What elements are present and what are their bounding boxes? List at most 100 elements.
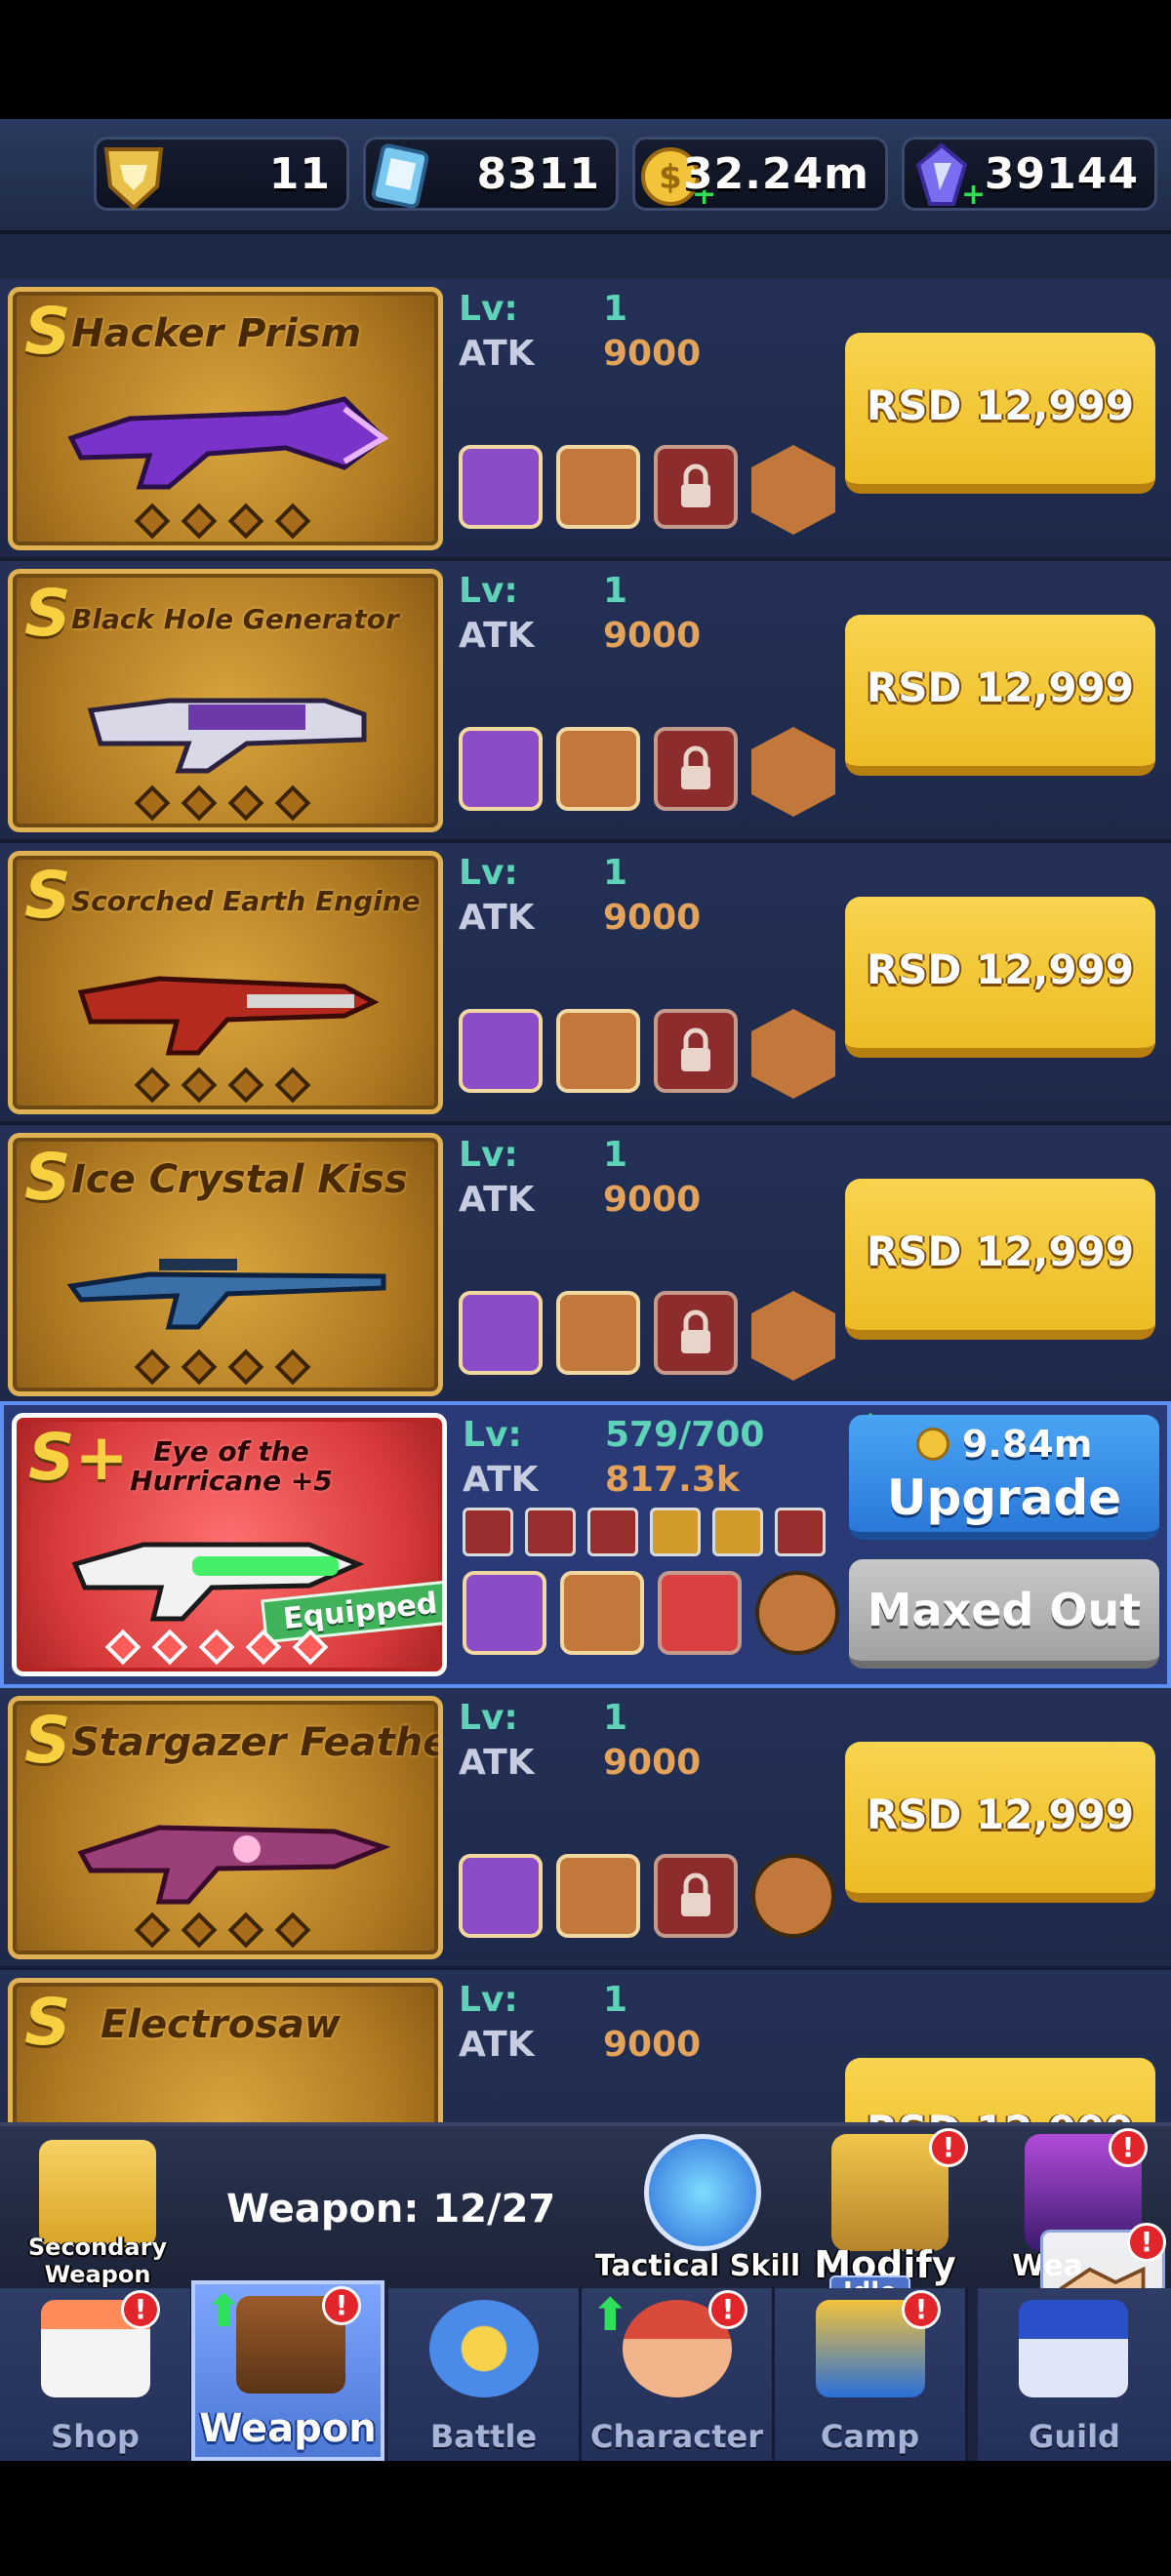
buy-button[interactable]: RSD 12,999 — [845, 1179, 1155, 1340]
level-label: Lv: — [459, 1980, 518, 2020]
weapon-name: Hacker Prism — [71, 311, 362, 356]
orbit-skill-icon[interactable] — [459, 727, 543, 811]
upgrade-label: Upgrade — [886, 1469, 1122, 1526]
weapon-card[interactable]: S Electrosaw — [8, 1978, 443, 2122]
flame-skill-icon[interactable] — [459, 1009, 543, 1093]
nav-weapon[interactable]: ⬆ ! Weapon — [191, 2280, 384, 2461]
tactical-skill-button[interactable]: Tactical Skill — [595, 2134, 800, 2290]
alert-badge: ! — [1109, 2128, 1148, 2167]
weapon-row[interactable]: S Hacker Prism Lv: 1 ATK 9000 RSD 12,999 — [0, 279, 1171, 561]
weapon-row[interactable]: S Stargazer Feather Lv: 1 ATK 9000 RSD 1… — [0, 1688, 1171, 1970]
level-label: Lv: — [459, 1698, 518, 1738]
locked-skill-icon[interactable] — [654, 445, 738, 529]
alert-badge: ! — [121, 2290, 160, 2329]
strike-skill-icon[interactable] — [658, 1571, 742, 1655]
rating-diamond — [227, 785, 264, 822]
atk-label: ATK — [463, 1460, 539, 1500]
level-value: 579/700 — [605, 1415, 765, 1455]
stock-mod-icon[interactable] — [775, 1508, 826, 1556]
alert-badge: ! — [1127, 2223, 1166, 2262]
upgrade-button[interactable]: 9.84m Upgrade — [849, 1415, 1159, 1540]
nav-guild[interactable]: Guild — [978, 2288, 1171, 2461]
modify-button[interactable]: ! Modify — [792, 2128, 978, 2290]
weapon-name: Electrosaw — [101, 2002, 341, 2047]
passive-skill-icon[interactable] — [751, 1291, 835, 1381]
buy-button[interactable]: RSD 12,999 — [845, 1742, 1155, 1903]
bird-skill-icon[interactable] — [751, 1854, 835, 1938]
atk-label: ATK — [459, 616, 535, 656]
level-label: Lv: — [459, 289, 518, 329]
locked-skill-icon[interactable] — [654, 1291, 738, 1375]
gold-pill[interactable]: $ + 32.24m — [632, 137, 888, 212]
locked-skill-icon[interactable] — [654, 727, 738, 811]
maxed-out-button[interactable]: Maxed Out — [849, 1559, 1159, 1669]
passive-skill-icon[interactable] — [751, 727, 835, 817]
weapon-count: Weapon: 12/27 — [226, 2187, 556, 2232]
scope-mod-icon[interactable] — [463, 1508, 513, 1556]
weapon-row[interactable]: S Ice Crystal Kiss Lv: 1 ATK 9000 RSD 12… — [0, 1125, 1171, 1407]
weapon-card[interactable]: S Scorched Earth Engine — [8, 851, 443, 1114]
add-gems-icon[interactable]: + — [961, 178, 986, 212]
atk-value: 817.3k — [605, 1460, 740, 1500]
blast-skill-icon[interactable] — [556, 1009, 640, 1093]
system-bar — [0, 2461, 1171, 2576]
ticket-icon — [371, 143, 429, 209]
secondary-weapon-button[interactable]: Secondary Weapon — [28, 2130, 167, 2288]
status-area — [0, 0, 1171, 119]
rating-diamond — [245, 1629, 282, 1666]
buy-button[interactable]: RSD 12,999 — [845, 615, 1155, 776]
level-value: 1 — [603, 1135, 628, 1175]
rocket-skill-icon[interactable] — [556, 1854, 640, 1938]
ticket-pill[interactable]: 8311 — [363, 137, 619, 211]
eye-skill-icon[interactable] — [556, 445, 640, 529]
ticket-value: 8311 — [476, 149, 600, 199]
buy-button[interactable]: RSD 12,999 — [845, 2058, 1155, 2122]
weapon-card[interactable]: S Stargazer Feather — [8, 1696, 443, 1959]
gems-pill[interactable]: + 39144 — [902, 137, 1157, 212]
weapon-row[interactable]: S Electrosaw Lv: 1 ATK 9000 RSD 12,999 — [0, 1970, 1171, 2122]
buy-button[interactable]: RSD 12,999 — [845, 897, 1155, 1058]
cycle-skill-icon[interactable] — [463, 1571, 546, 1655]
nav-shop[interactable]: ! Shop — [0, 2288, 193, 2461]
circuit-skill-icon[interactable] — [459, 445, 543, 529]
level-value: 1 — [603, 571, 628, 611]
burst-skill-icon[interactable] — [556, 727, 640, 811]
weapon-row[interactable]: S Black Hole Generator Lv: 1 ATK 9000 RS… — [0, 561, 1171, 843]
nav-character[interactable]: ⬆ ! Character — [582, 2288, 775, 2461]
weapon-card[interactable]: S Hacker Prism — [8, 287, 443, 550]
snowflake-skill-icon[interactable] — [459, 1291, 543, 1375]
upgrade-arrow-icon: ⬆ — [205, 2284, 243, 2337]
locked-skill-icon[interactable] — [654, 1854, 738, 1938]
equipped-weapon-row[interactable]: S+ Eye of the Hurricane +5 Equipped Lv: … — [0, 1401, 1171, 1688]
golem-skill-icon[interactable] — [556, 1291, 640, 1375]
rating-diamond — [274, 503, 311, 540]
atk-value: 9000 — [603, 898, 702, 938]
sight-mod-icon[interactable] — [712, 1508, 763, 1556]
locked-skill-icon[interactable] — [654, 1009, 738, 1093]
buy-button[interactable]: RSD 12,999 — [845, 333, 1155, 494]
weapon-card[interactable]: S+ Eye of the Hurricane +5 Equipped — [12, 1413, 447, 1676]
atk-label: ATK — [459, 1743, 535, 1783]
alert-badge: ! — [708, 2290, 747, 2329]
passive-skill-icon[interactable] — [751, 445, 835, 535]
weapon-row[interactable]: S Scorched Earth Engine Lv: 1 ATK 9000 R… — [0, 843, 1171, 1125]
grade-badge: S — [24, 1140, 71, 1215]
grade-badge: S — [24, 1703, 71, 1778]
grip-mod-icon[interactable] — [587, 1508, 638, 1556]
weapon-card[interactable]: S Black Hole Generator — [8, 569, 443, 832]
nav-camp[interactable]: ! Camp — [775, 2288, 968, 2461]
magazine-mod-icon[interactable] — [525, 1508, 576, 1556]
passive-skill-icon[interactable] — [751, 1009, 835, 1099]
nav-battle[interactable]: Battle — [388, 2288, 582, 2461]
tornado-skill-icon[interactable] — [755, 1571, 839, 1655]
weapon-card[interactable]: S Ice Crystal Kiss — [8, 1133, 443, 1396]
weapon-list[interactable]: S Hacker Prism Lv: 1 ATK 9000 RSD 12,999 — [0, 234, 1171, 2122]
barrel-mod-icon[interactable] — [650, 1508, 701, 1556]
storm-skill-icon[interactable] — [560, 1571, 644, 1655]
lotus-skill-icon[interactable] — [459, 1854, 543, 1938]
level-label: Lv: — [463, 1415, 522, 1455]
alert-badge: ! — [902, 2290, 941, 2329]
trophy-pill[interactable]: 11 — [94, 137, 349, 211]
rating-diamond — [274, 1912, 311, 1949]
rating-diamond — [104, 1629, 141, 1666]
